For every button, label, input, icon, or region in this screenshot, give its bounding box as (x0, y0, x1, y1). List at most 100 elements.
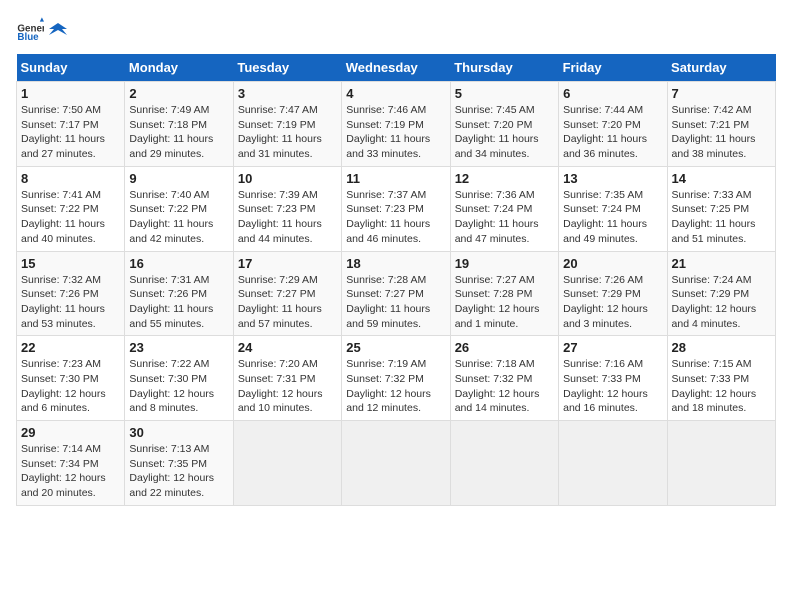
sunrise-label: Sunrise: 7:15 AM (672, 358, 752, 370)
day-cell: 15 Sunrise: 7:32 AM Sunset: 7:26 PM Dayl… (17, 251, 125, 336)
day-cell: 11 Sunrise: 7:37 AM Sunset: 7:23 PM Dayl… (342, 166, 450, 251)
day-cell: 4 Sunrise: 7:46 AM Sunset: 7:19 PM Dayli… (342, 82, 450, 167)
daylight-label: Daylight: 12 hours and 12 minutes. (346, 388, 431, 415)
day-number: 23 (129, 340, 228, 355)
sunset-label: Sunset: 7:20 PM (563, 119, 641, 131)
day-cell (233, 421, 341, 506)
daylight-label: Daylight: 12 hours and 3 minutes. (563, 303, 648, 330)
day-cell: 27 Sunrise: 7:16 AM Sunset: 7:33 PM Dayl… (559, 336, 667, 421)
day-info: Sunrise: 7:24 AM Sunset: 7:29 PM Dayligh… (672, 273, 771, 332)
week-row-1: 1 Sunrise: 7:50 AM Sunset: 7:17 PM Dayli… (17, 82, 776, 167)
sunset-label: Sunset: 7:30 PM (129, 373, 207, 385)
sunrise-label: Sunrise: 7:24 AM (672, 274, 752, 286)
daylight-label: Daylight: 11 hours and 38 minutes. (672, 133, 756, 160)
day-number: 28 (672, 340, 771, 355)
day-number: 16 (129, 256, 228, 271)
sunset-label: Sunset: 7:23 PM (346, 203, 424, 215)
sunset-label: Sunset: 7:27 PM (346, 288, 424, 300)
daylight-label: Daylight: 12 hours and 14 minutes. (455, 388, 540, 415)
daylight-label: Daylight: 11 hours and 55 minutes. (129, 303, 213, 330)
col-header-monday: Monday (125, 54, 233, 82)
day-info: Sunrise: 7:15 AM Sunset: 7:33 PM Dayligh… (672, 357, 771, 416)
sunset-label: Sunset: 7:19 PM (346, 119, 424, 131)
col-header-thursday: Thursday (450, 54, 558, 82)
daylight-label: Daylight: 11 hours and 27 minutes. (21, 133, 105, 160)
sunset-label: Sunset: 7:22 PM (21, 203, 99, 215)
daylight-label: Daylight: 11 hours and 53 minutes. (21, 303, 105, 330)
day-cell (450, 421, 558, 506)
sunset-label: Sunset: 7:34 PM (21, 458, 99, 470)
day-number: 13 (563, 171, 662, 186)
day-cell: 1 Sunrise: 7:50 AM Sunset: 7:17 PM Dayli… (17, 82, 125, 167)
day-cell: 10 Sunrise: 7:39 AM Sunset: 7:23 PM Dayl… (233, 166, 341, 251)
day-cell: 16 Sunrise: 7:31 AM Sunset: 7:26 PM Dayl… (125, 251, 233, 336)
day-cell (559, 421, 667, 506)
sunrise-label: Sunrise: 7:20 AM (238, 358, 318, 370)
week-row-4: 22 Sunrise: 7:23 AM Sunset: 7:30 PM Dayl… (17, 336, 776, 421)
week-row-3: 15 Sunrise: 7:32 AM Sunset: 7:26 PM Dayl… (17, 251, 776, 336)
day-number: 15 (21, 256, 120, 271)
daylight-label: Daylight: 11 hours and 47 minutes. (455, 218, 539, 245)
daylight-label: Daylight: 11 hours and 57 minutes. (238, 303, 322, 330)
daylight-label: Daylight: 12 hours and 16 minutes. (563, 388, 648, 415)
day-info: Sunrise: 7:35 AM Sunset: 7:24 PM Dayligh… (563, 188, 662, 247)
day-cell: 22 Sunrise: 7:23 AM Sunset: 7:30 PM Dayl… (17, 336, 125, 421)
sunrise-label: Sunrise: 7:49 AM (129, 104, 209, 116)
day-info: Sunrise: 7:31 AM Sunset: 7:26 PM Dayligh… (129, 273, 228, 332)
sunset-label: Sunset: 7:33 PM (563, 373, 641, 385)
sunrise-label: Sunrise: 7:26 AM (563, 274, 643, 286)
day-cell: 3 Sunrise: 7:47 AM Sunset: 7:19 PM Dayli… (233, 82, 341, 167)
sunrise-label: Sunrise: 7:32 AM (21, 274, 101, 286)
sunrise-label: Sunrise: 7:35 AM (563, 189, 643, 201)
sunrise-label: Sunrise: 7:16 AM (563, 358, 643, 370)
sunrise-label: Sunrise: 7:19 AM (346, 358, 426, 370)
day-info: Sunrise: 7:23 AM Sunset: 7:30 PM Dayligh… (21, 357, 120, 416)
day-number: 3 (238, 86, 337, 101)
day-cell: 28 Sunrise: 7:15 AM Sunset: 7:33 PM Dayl… (667, 336, 775, 421)
day-info: Sunrise: 7:42 AM Sunset: 7:21 PM Dayligh… (672, 103, 771, 162)
sunrise-label: Sunrise: 7:36 AM (455, 189, 535, 201)
sunset-label: Sunset: 7:23 PM (238, 203, 316, 215)
sunset-label: Sunset: 7:20 PM (455, 119, 533, 131)
day-info: Sunrise: 7:19 AM Sunset: 7:32 PM Dayligh… (346, 357, 445, 416)
sunrise-label: Sunrise: 7:41 AM (21, 189, 101, 201)
day-number: 11 (346, 171, 445, 186)
day-cell: 5 Sunrise: 7:45 AM Sunset: 7:20 PM Dayli… (450, 82, 558, 167)
sunset-label: Sunset: 7:24 PM (455, 203, 533, 215)
day-cell: 21 Sunrise: 7:24 AM Sunset: 7:29 PM Dayl… (667, 251, 775, 336)
svg-text:Blue: Blue (17, 32, 39, 43)
day-info: Sunrise: 7:49 AM Sunset: 7:18 PM Dayligh… (129, 103, 228, 162)
logo: General Blue (16, 16, 68, 44)
sunrise-label: Sunrise: 7:40 AM (129, 189, 209, 201)
daylight-label: Daylight: 11 hours and 42 minutes. (129, 218, 213, 245)
daylight-label: Daylight: 11 hours and 29 minutes. (129, 133, 213, 160)
day-info: Sunrise: 7:37 AM Sunset: 7:23 PM Dayligh… (346, 188, 445, 247)
calendar-body: 1 Sunrise: 7:50 AM Sunset: 7:17 PM Dayli… (17, 82, 776, 506)
calendar-table: SundayMondayTuesdayWednesdayThursdayFrid… (16, 54, 776, 506)
day-info: Sunrise: 7:26 AM Sunset: 7:29 PM Dayligh… (563, 273, 662, 332)
daylight-label: Daylight: 11 hours and 40 minutes. (21, 218, 105, 245)
day-info: Sunrise: 7:41 AM Sunset: 7:22 PM Dayligh… (21, 188, 120, 247)
sunrise-label: Sunrise: 7:37 AM (346, 189, 426, 201)
day-info: Sunrise: 7:18 AM Sunset: 7:32 PM Dayligh… (455, 357, 554, 416)
day-number: 21 (672, 256, 771, 271)
sunrise-label: Sunrise: 7:33 AM (672, 189, 752, 201)
day-number: 19 (455, 256, 554, 271)
day-info: Sunrise: 7:29 AM Sunset: 7:27 PM Dayligh… (238, 273, 337, 332)
daylight-label: Daylight: 12 hours and 18 minutes. (672, 388, 757, 415)
daylight-label: Daylight: 11 hours and 49 minutes. (563, 218, 647, 245)
sunrise-label: Sunrise: 7:45 AM (455, 104, 535, 116)
day-cell (342, 421, 450, 506)
day-number: 8 (21, 171, 120, 186)
sunset-label: Sunset: 7:33 PM (672, 373, 750, 385)
sunset-label: Sunset: 7:26 PM (129, 288, 207, 300)
day-cell: 6 Sunrise: 7:44 AM Sunset: 7:20 PM Dayli… (559, 82, 667, 167)
sunset-label: Sunset: 7:29 PM (672, 288, 750, 300)
day-number: 10 (238, 171, 337, 186)
sunset-label: Sunset: 7:31 PM (238, 373, 316, 385)
daylight-label: Daylight: 12 hours and 20 minutes. (21, 472, 106, 499)
day-info: Sunrise: 7:47 AM Sunset: 7:19 PM Dayligh… (238, 103, 337, 162)
col-header-tuesday: Tuesday (233, 54, 341, 82)
day-number: 27 (563, 340, 662, 355)
calendar-header: SundayMondayTuesdayWednesdayThursdayFrid… (17, 54, 776, 82)
